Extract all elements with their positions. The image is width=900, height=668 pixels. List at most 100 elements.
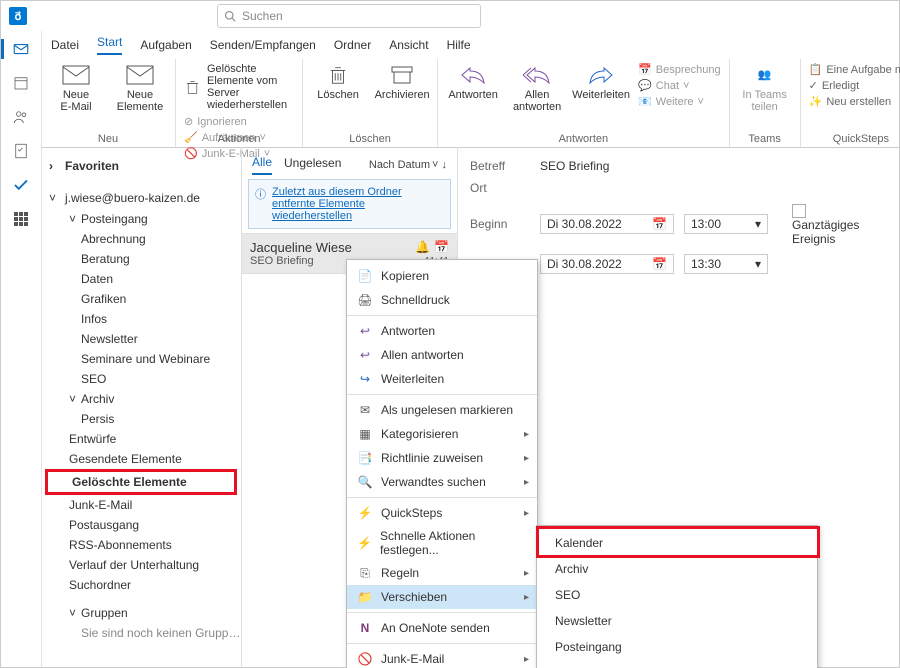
- menu-senden[interactable]: Senden/Empfangen: [210, 38, 316, 52]
- folder-seo[interactable]: SEO: [41, 369, 241, 389]
- ctx-verwandtes[interactable]: 🔍Verwandtes suchen▸: [347, 470, 537, 494]
- ctx-verschieben[interactable]: 📁Verschieben▸: [347, 585, 537, 609]
- forward-button[interactable]: Weiterleiten: [574, 63, 628, 101]
- folder-archiv[interactable]: ˅Archiv: [41, 389, 241, 409]
- forward-icon: ↪: [357, 371, 373, 387]
- folder-junk[interactable]: Junk-E-Mail: [41, 495, 241, 515]
- tab-ungelesen[interactable]: Ungelesen: [284, 156, 341, 174]
- ctx-onenote[interactable]: NAn OneNote senden: [347, 616, 537, 640]
- folder-grafiken[interactable]: Grafiken: [41, 289, 241, 309]
- ctx-regeln[interactable]: ⎘Regeln▸: [347, 561, 537, 585]
- reminder-icon: 🔔: [415, 240, 430, 254]
- folder-gesendet[interactable]: Gesendete Elemente: [41, 449, 241, 469]
- people-rail-icon[interactable]: [11, 107, 31, 127]
- menu-hilfe[interactable]: Hilfe: [447, 38, 471, 52]
- qs-task-button[interactable]: 📋 Eine Aufgabe m...: [809, 63, 900, 76]
- teams-share-button[interactable]: 👥In Teams teilen: [738, 63, 792, 113]
- menu-ordner[interactable]: Ordner: [334, 38, 371, 52]
- ctx-weiterleiten[interactable]: ↪Weiterleiten: [347, 367, 537, 391]
- folder-rss[interactable]: RSS-Abonnements: [41, 535, 241, 555]
- chat-button[interactable]: 💬 Chat ˅: [638, 79, 721, 92]
- calendar-rail-icon[interactable]: [11, 73, 31, 93]
- archive-button[interactable]: Archivieren: [375, 63, 429, 101]
- tasks-rail-icon[interactable]: [11, 141, 31, 161]
- folder-verlauf[interactable]: Verlauf der Unterhaltung: [41, 555, 241, 575]
- folder-geloescht[interactable]: Gelöschte Elemente: [48, 472, 234, 492]
- folder-gruppen[interactable]: ˅Gruppen: [41, 603, 241, 623]
- account-header[interactable]: ˅j.wiese@buero-kaizen.de: [41, 187, 241, 209]
- qs-new-button[interactable]: ✨ Neu erstellen: [809, 95, 900, 108]
- ctx-junk[interactable]: 🚫Junk-E-Mail▸: [347, 647, 537, 668]
- restore-link[interactable]: Zuletzt aus diesem Ordner entfernte Elem…: [272, 186, 444, 222]
- ctx-schnelle[interactable]: ⚡Schnelle Aktionen festlegen...: [347, 525, 537, 561]
- favorites-header[interactable]: ›Favoriten: [41, 155, 241, 177]
- folder-abrechnung[interactable]: Abrechnung: [41, 229, 241, 249]
- ctx-antworten[interactable]: ↩Antworten: [347, 319, 537, 343]
- new-items-button[interactable]: Neue Elemente: [113, 63, 167, 113]
- folder-suchordner[interactable]: Suchordner: [41, 575, 241, 595]
- menu-bar: Datei Start Aufgaben Senden/Empfangen Or…: [41, 31, 899, 59]
- allday-checkbox[interactable]: [792, 204, 806, 218]
- folder-posteingang[interactable]: ˅Posteingang: [41, 209, 241, 229]
- label-ort: Ort: [470, 177, 540, 199]
- folder-persis[interactable]: Persis: [41, 409, 241, 429]
- outlook-logo: o⃗: [9, 7, 27, 25]
- folder-infos[interactable]: Infos: [41, 309, 241, 329]
- new-email-button[interactable]: Neue E-Mail: [49, 63, 103, 113]
- folder-newsletter[interactable]: Newsletter: [41, 329, 241, 349]
- left-rail: [1, 31, 42, 667]
- menu-ansicht[interactable]: Ansicht: [389, 38, 428, 52]
- quick-actions-icon: ⚡: [357, 535, 372, 551]
- mail-rail-icon[interactable]: [11, 39, 31, 59]
- reply-all-icon: ↩: [357, 347, 373, 363]
- menu-datei[interactable]: Datei: [51, 38, 79, 52]
- search-input[interactable]: Suchen: [217, 4, 481, 28]
- info-bar[interactable]: ⓘ Zuletzt aus diesem Ordner entfernte El…: [248, 179, 451, 229]
- submenu-newsletter[interactable]: Newsletter: [537, 608, 817, 634]
- ctx-richtlinie[interactable]: 📑Richtlinie zuweisen▸: [347, 446, 537, 470]
- folder-entwuerfe[interactable]: Entwürfe: [41, 429, 241, 449]
- ctx-kopieren[interactable]: 📄Kopieren: [347, 264, 537, 288]
- ribbon-group-neu: Neue E-Mail Neue Elemente Neu: [41, 59, 176, 147]
- calendar-picker-icon: 📅: [652, 257, 667, 271]
- ribbon-group-aktionen: Gelöschte Elemente vom Server wiederhers…: [176, 59, 303, 147]
- ctx-alle-antworten[interactable]: ↩Allen antworten: [347, 343, 537, 367]
- todo-rail-icon[interactable]: [11, 175, 31, 195]
- submenu-posteingang[interactable]: Posteingang: [537, 634, 817, 660]
- ctx-quicksteps[interactable]: ⚡QuickSteps▸: [347, 501, 537, 525]
- ctx-ungelesen[interactable]: ✉Als ungelesen markieren: [347, 398, 537, 422]
- submenu-kalender[interactable]: Kalender: [537, 530, 817, 556]
- chevron-down-icon: ▾: [755, 217, 761, 231]
- begin-time-input[interactable]: 13:00▾: [684, 214, 768, 234]
- ignore-button[interactable]: ⊘ Ignorieren: [184, 115, 270, 128]
- meeting-button[interactable]: 📅 Besprechung: [638, 63, 721, 76]
- sort-dropdown[interactable]: Nach Datum ˅ ↓: [369, 159, 447, 171]
- end-time-input[interactable]: 13:30▾: [684, 254, 768, 274]
- qs-done-button[interactable]: ✓ Erledigt: [809, 79, 900, 92]
- delete-button[interactable]: Löschen: [311, 63, 365, 101]
- trash-restore-icon: [184, 75, 201, 99]
- apps-rail-icon[interactable]: [11, 209, 31, 229]
- folder-daten[interactable]: Daten: [41, 269, 241, 289]
- end-date-input[interactable]: Di 30.08.2022📅: [540, 254, 674, 274]
- folder-postausgang[interactable]: Postausgang: [41, 515, 241, 535]
- info-icon: ⓘ: [255, 186, 266, 222]
- submenu-seminare[interactable]: Seminare und Webinare: [537, 660, 817, 668]
- tab-alle[interactable]: Alle: [252, 155, 272, 175]
- label-betreff: Betreff: [470, 155, 540, 177]
- restore-button[interactable]: Gelöschte Elemente vom Server wiederhers…: [184, 63, 294, 111]
- folder-beratung[interactable]: Beratung: [41, 249, 241, 269]
- categorize-icon: ▦: [357, 426, 373, 442]
- submenu-archiv[interactable]: Archiv: [537, 556, 817, 582]
- begin-date-input[interactable]: Di 30.08.2022📅: [540, 214, 674, 234]
- ribbon: Neue E-Mail Neue Elemente Neu Gelöschte …: [41, 59, 899, 148]
- ctx-kategorisieren[interactable]: ▦Kategorisieren▸: [347, 422, 537, 446]
- menu-aufgaben[interactable]: Aufgaben: [140, 38, 191, 52]
- reply-button[interactable]: Antworten: [446, 63, 500, 101]
- more-button[interactable]: 📧 Weitere ˅: [638, 95, 721, 108]
- submenu-seo[interactable]: SEO: [537, 582, 817, 608]
- folder-seminare[interactable]: Seminare und Webinare: [41, 349, 241, 369]
- ctx-schnelldruck[interactable]: 🖨Schnelldruck: [347, 288, 537, 312]
- menu-start[interactable]: Start: [97, 35, 122, 55]
- reply-all-button[interactable]: Allen antworten: [510, 63, 564, 113]
